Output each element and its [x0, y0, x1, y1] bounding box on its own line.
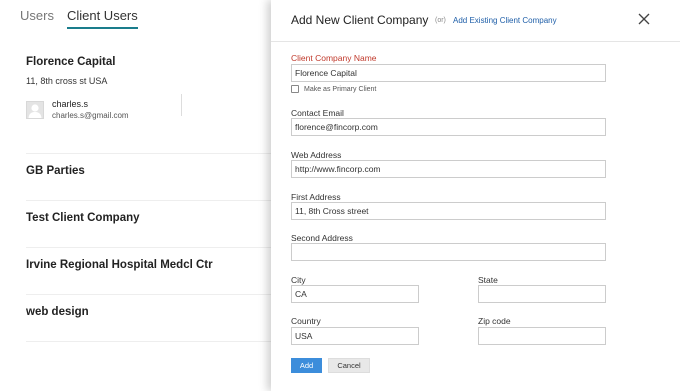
company-list-item[interactable]: Florence Capital 11, 8th cross st USA ch…: [26, 42, 272, 154]
company-list-item[interactable]: web design: [26, 295, 272, 342]
company-name: GB Parties: [26, 165, 85, 177]
city-label: City: [291, 275, 306, 285]
company-name: Irvine Regional Hospital Medcl Ctr: [26, 259, 213, 271]
client-user-row[interactable]: charles.s charles.s@gmail.com: [26, 99, 272, 120]
company-list-item[interactable]: Irvine Regional Hospital Medcl Ctr: [26, 248, 272, 295]
primary-client-checkbox[interactable]: [291, 85, 299, 93]
first-address-label: First Address: [291, 192, 341, 202]
company-name-input[interactable]: Florence Capital: [291, 64, 606, 82]
tab-client-users[interactable]: Client Users: [66, 8, 138, 29]
country-input[interactable]: USA: [291, 327, 419, 345]
web-address-input[interactable]: http://www.fincorp.com: [291, 160, 606, 178]
second-address-input[interactable]: [291, 243, 606, 261]
company-address: 11, 8th cross st USA: [26, 76, 108, 86]
company-name: web design: [26, 306, 89, 318]
state-label: State: [478, 275, 498, 285]
state-input[interactable]: [478, 285, 606, 303]
primary-client-label: Make as Primary Client: [304, 85, 377, 93]
zip-code-label: Zip code: [478, 316, 511, 326]
divider: [181, 94, 182, 116]
add-button[interactable]: Add: [291, 358, 322, 373]
primary-client-option[interactable]: Make as Primary Client: [291, 85, 376, 93]
cancel-button[interactable]: Cancel: [328, 358, 370, 373]
city-input[interactable]: CA: [291, 285, 419, 303]
zip-code-input[interactable]: [478, 327, 606, 345]
web-address-label: Web Address: [291, 150, 342, 160]
user-info: charles.s charles.s@gmail.com: [52, 99, 129, 120]
add-client-company-panel: Add New Client Company (or) Add Existing…: [271, 0, 680, 391]
tab-users[interactable]: Users: [20, 8, 54, 29]
company-list-item[interactable]: GB Parties: [26, 154, 272, 201]
user-email: charles.s@gmail.com: [52, 111, 129, 120]
country-label: Country: [291, 316, 321, 326]
contact-email-label: Contact Email: [291, 108, 344, 118]
second-address-label: Second Address: [291, 233, 353, 243]
company-name: Test Client Company: [26, 212, 140, 224]
user-name: charles.s: [52, 99, 89, 109]
panel-title: Add New Client Company: [291, 13, 429, 27]
company-name: Florence Capital: [26, 56, 116, 68]
company-list: Florence Capital 11, 8th cross st USA ch…: [0, 42, 272, 342]
or-separator: (or): [435, 17, 446, 24]
company-name-label: Client Company Name: [291, 53, 377, 63]
add-existing-client-company-link[interactable]: Add Existing Client Company: [453, 16, 557, 25]
contact-email-input[interactable]: florence@fincorp.com: [291, 118, 606, 136]
company-list-item[interactable]: Test Client Company: [26, 201, 272, 248]
panel-header: Add New Client Company (or) Add Existing…: [271, 0, 680, 42]
first-address-input[interactable]: 11, 8th Cross street: [291, 202, 606, 220]
close-icon[interactable]: [636, 11, 652, 27]
tab-bar: Users Client Users: [20, 8, 138, 29]
person-placeholder-icon: [26, 100, 44, 119]
